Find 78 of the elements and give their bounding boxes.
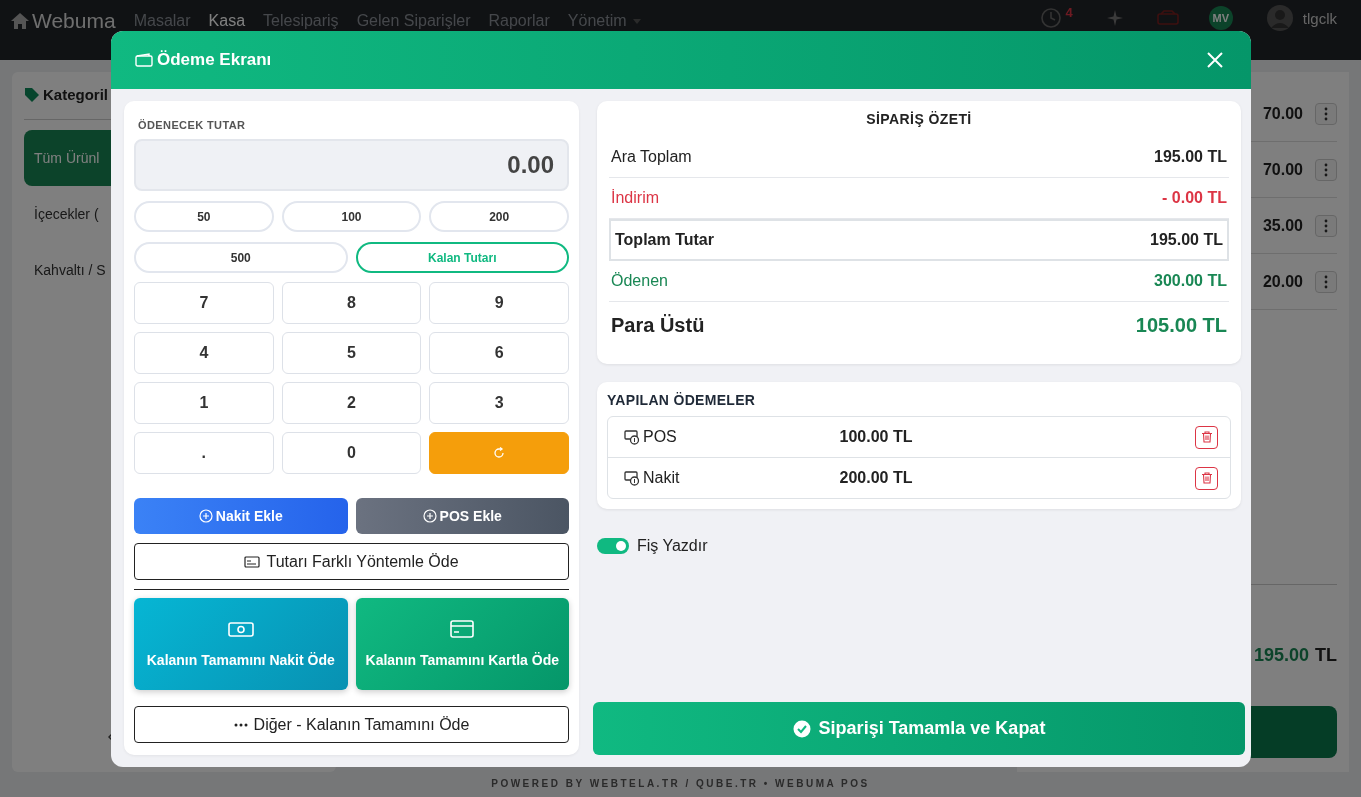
keypad-key[interactable]: 4 (134, 332, 274, 374)
order-total: 195.00 (1253, 645, 1309, 666)
more-icon (1324, 218, 1328, 233)
keypad-key[interactable]: 9 (429, 282, 569, 324)
summary-label: Ara Toplam (611, 148, 692, 166)
money-icon (624, 429, 640, 445)
summary-title: SİPARİŞ ÖZETİ (865, 111, 973, 127)
plus-circle-icon (198, 509, 213, 523)
summary-label: İndirim (611, 189, 659, 207)
more-icon (1324, 106, 1328, 121)
nav-link[interactable]: Kasa (208, 12, 246, 30)
summary-value: 300.00 TL (1154, 272, 1227, 290)
plus-circle-icon (422, 509, 437, 523)
keypad-key[interactable]: 2 (281, 382, 422, 424)
payment-method: Nakit (643, 469, 681, 487)
keypad-key[interactable]: 6 (429, 332, 569, 374)
summary-value: 105.00 TL (1135, 313, 1227, 337)
add-cash-button[interactable]: Nakit Ekle (134, 498, 348, 534)
quick-amount-button[interactable]: 500 (134, 242, 348, 273)
dialog-title: Ödeme Ekranı (157, 50, 272, 70)
tag-icon (24, 86, 40, 103)
quick-amount-button[interactable]: 50 (134, 201, 274, 232)
amount-label: ÖDENECEK TUTAR (138, 119, 247, 131)
wallet-icon (135, 53, 153, 67)
add-pos-button[interactable]: POS Ekle (355, 498, 569, 534)
more-icon (1324, 162, 1328, 177)
credit-card-icon (450, 620, 475, 638)
more-button[interactable] (1315, 214, 1337, 237)
amount-display: 0.00 (134, 139, 569, 191)
keypad-key[interactable]: 5 (281, 332, 422, 374)
keypad-key[interactable]: 3 (429, 382, 569, 424)
other-payment-button[interactable]: Diğer - Kalanın Tamamını Öde (134, 706, 569, 743)
quick-amount-button[interactable]: 100 (281, 201, 422, 232)
delete-button[interactable] (1195, 425, 1218, 449)
item-price: 70.00 (1262, 160, 1303, 179)
home-icon (10, 12, 30, 30)
quick-amount-button[interactable]: 200 (429, 201, 569, 232)
keypad-key[interactable]: 8 (281, 282, 422, 324)
notification-count: 4 (1065, 5, 1073, 20)
footer-text: POWERED BY WEBTELA.TR / QUBE.TR • WEBUMA POS (490, 777, 871, 789)
keypad-key[interactable]: 0 (281, 432, 422, 474)
more-button[interactable] (1315, 158, 1337, 181)
keypad-key[interactable]: 1 (134, 382, 274, 424)
trash-icon (1200, 472, 1213, 484)
money-icon (624, 470, 640, 486)
summary-value: 195.00 TL (1154, 148, 1227, 166)
card-icon (244, 555, 261, 568)
more-icon (1324, 274, 1328, 289)
panel-title: Kategoril (43, 86, 108, 103)
payment-amount: 200.00 TL (838, 469, 914, 487)
summary-value: 195.00 TL (1150, 231, 1223, 249)
payments-title: YAPILAN ÖDEMELER (607, 392, 757, 408)
item-price: 70.00 (1262, 104, 1303, 123)
summary-label: Para Üstü (611, 313, 705, 337)
close-icon (1207, 52, 1223, 68)
banknote-icon (227, 620, 254, 638)
summary-label: Ödenen (611, 272, 668, 290)
payment-method: POS (643, 428, 678, 446)
keypad-key[interactable]: . (134, 432, 274, 474)
toggle-label: Fiş Yazdır (637, 537, 708, 555)
summary-value: - 0.00 TL (1162, 189, 1227, 207)
refresh-icon (493, 447, 506, 459)
summary-label: Toplam Tutar (615, 231, 714, 249)
more-button[interactable] (1315, 102, 1337, 125)
delete-button[interactable] (1195, 466, 1218, 490)
caret-icon (632, 19, 641, 24)
split-payment-button[interactable]: Tutarı Farklı Yöntemle Öde (134, 543, 569, 580)
item-price: 20.00 (1262, 272, 1303, 291)
trash-icon (1200, 431, 1213, 443)
currency: TL (1315, 645, 1337, 666)
payment-amount: 100.00 TL (838, 428, 914, 446)
check-circle-icon (792, 719, 811, 738)
toggle-switch[interactable] (597, 538, 629, 554)
brand-link[interactable]: Webuma (10, 9, 116, 33)
item-price: 35.00 (1262, 216, 1303, 235)
dots-icon (233, 722, 248, 727)
more-button[interactable] (1315, 270, 1337, 293)
keypad-key[interactable]: 7 (134, 282, 274, 324)
